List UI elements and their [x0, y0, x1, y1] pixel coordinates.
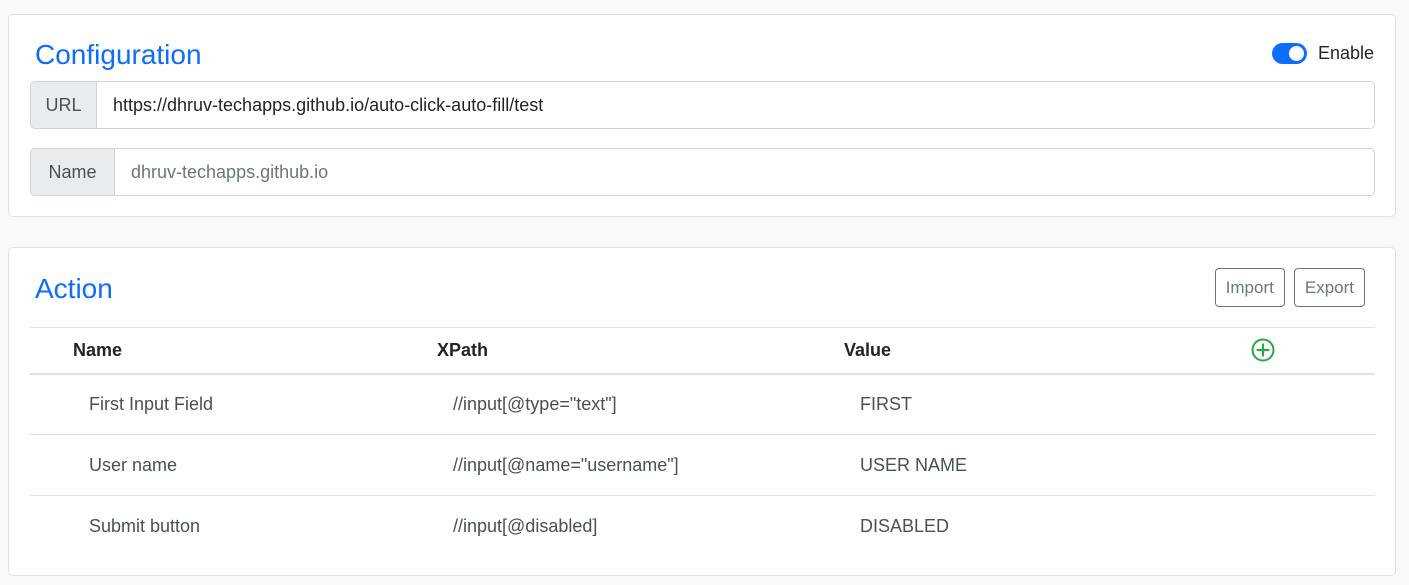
table-row[interactable]: User name //input[@name="username"] USER… [30, 435, 1375, 496]
configuration-card: Configuration Enable URL Name [8, 14, 1396, 217]
plus-circle-icon[interactable] [1251, 338, 1275, 362]
url-label: URL [31, 82, 97, 128]
action-buttons: Import Export [1214, 268, 1365, 307]
action-title: Action [35, 273, 113, 304]
table-row[interactable]: First Input Field //input[@type="text"] … [30, 374, 1375, 435]
export-button[interactable]: Export [1293, 268, 1365, 307]
table-row[interactable]: Submit button //input[@disabled] DISABLE… [30, 496, 1375, 557]
row-actions [1251, 435, 1375, 496]
row-xpath: //input[@disabled] [453, 515, 598, 536]
actions-table: Name XPath Value First Input Field //inp… [30, 327, 1375, 557]
enable-toggle[interactable] [1271, 43, 1307, 64]
name-input[interactable] [115, 149, 1374, 195]
toggle-knob [1288, 46, 1304, 61]
table-header-row: Name XPath Value [30, 327, 1375, 374]
row-xpath: //input[@type="text"] [453, 393, 617, 414]
import-button[interactable]: Import [1214, 268, 1285, 307]
row-value: USER NAME [860, 454, 968, 475]
column-header-value: Value [844, 339, 892, 360]
url-input[interactable] [97, 82, 1374, 128]
row-xpath: //input[@name="username"] [453, 454, 679, 475]
name-input-group: Name [30, 148, 1375, 196]
column-header-actions [1251, 328, 1375, 374]
row-actions [1251, 374, 1375, 435]
configuration-title: Configuration [35, 39, 202, 70]
row-name: User name [89, 454, 178, 475]
row-name: First Input Field [89, 393, 214, 414]
enable-switch-group: Enable [1271, 43, 1374, 64]
column-header-xpath: XPath [437, 339, 489, 360]
row-value: DISABLED [860, 515, 950, 536]
row-actions [1251, 496, 1375, 557]
action-card: Action Import Export Name XPath Value Fi… [8, 247, 1396, 576]
row-value: FIRST [860, 393, 912, 414]
enable-label: Enable [1317, 43, 1374, 63]
row-name: Submit button [89, 515, 201, 536]
column-header-name: Name [73, 339, 123, 360]
url-input-group: URL [30, 81, 1375, 129]
name-label: Name [31, 149, 115, 195]
